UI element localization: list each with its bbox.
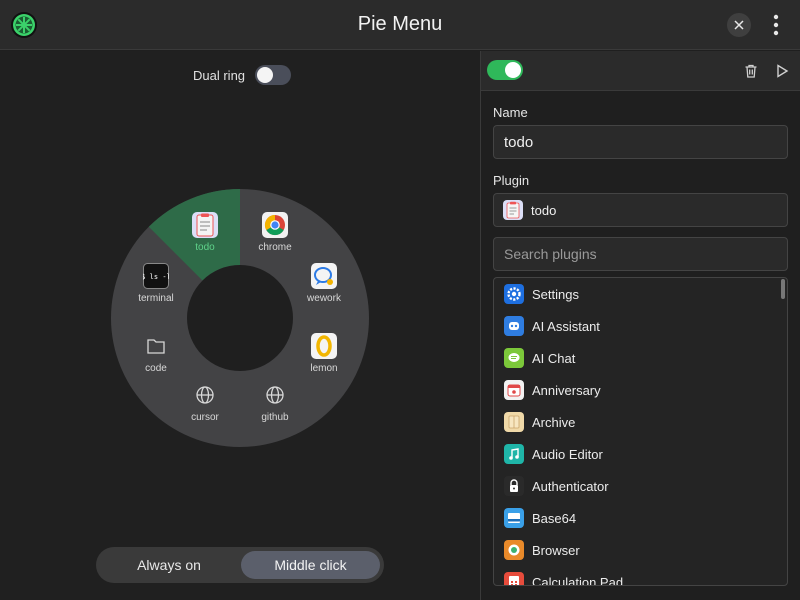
name-label: Name bbox=[493, 105, 528, 120]
terminal-icon: $ ls -l bbox=[121, 261, 191, 291]
pie-item-label: github bbox=[261, 412, 289, 423]
more-options-button[interactable] bbox=[766, 12, 786, 38]
globe-icon bbox=[240, 380, 310, 410]
pie-item-github[interactable]: github bbox=[240, 380, 310, 423]
clipboard-icon bbox=[503, 200, 523, 220]
pie-item-wework[interactable]: wework bbox=[289, 261, 359, 304]
folder-icon bbox=[121, 331, 191, 361]
item-editor-pane: Name Plugin todo Settings AI Assistant bbox=[481, 51, 800, 600]
name-input[interactable] bbox=[493, 125, 788, 159]
clipboard-icon bbox=[170, 210, 240, 240]
globe-icon bbox=[170, 380, 240, 410]
plugin-item-label: Authenticator bbox=[532, 478, 609, 494]
plugin-item-base64[interactable]: Base64 bbox=[494, 502, 787, 534]
plugin-item-settings[interactable]: Settings bbox=[494, 278, 787, 310]
plugin-item-label: Anniversary bbox=[532, 382, 601, 398]
gear-icon bbox=[504, 284, 524, 304]
play-icon[interactable] bbox=[774, 63, 790, 79]
plugin-item-label: Settings bbox=[532, 286, 579, 302]
item-enabled-toggle[interactable] bbox=[487, 60, 523, 80]
pie-item-todo[interactable]: todo bbox=[170, 210, 240, 253]
robot-icon bbox=[504, 316, 524, 336]
browser-icon bbox=[504, 540, 524, 560]
plugin-item-ai-chat[interactable]: AI Chat bbox=[494, 342, 787, 374]
plugin-list: Settings AI Assistant AI Chat Anniversar… bbox=[493, 277, 788, 586]
pie-menu: todo chrome wework lemon github cursor c… bbox=[110, 188, 370, 448]
svg-text:$ ls -l: $ ls -l bbox=[143, 273, 169, 281]
more-vertical-icon bbox=[773, 14, 779, 36]
dual-ring-setting: Dual ring bbox=[193, 65, 292, 85]
lock-icon bbox=[504, 476, 524, 496]
pie-item-chrome[interactable]: chrome bbox=[240, 210, 310, 253]
pie-item-cursor[interactable]: cursor bbox=[170, 380, 240, 423]
search-plugins-input[interactable] bbox=[493, 237, 788, 271]
close-button[interactable] bbox=[727, 13, 751, 37]
plugin-item-browser[interactable]: Browser bbox=[494, 534, 787, 566]
plugin-item-archive[interactable]: Archive bbox=[494, 406, 787, 438]
calculator-icon bbox=[504, 572, 524, 585]
pie-item-label: todo bbox=[195, 242, 215, 253]
selected-plugin-name: todo bbox=[531, 202, 557, 218]
plugin-item-label: AI Chat bbox=[532, 350, 576, 366]
plugin-item-label: Calculation Pad bbox=[532, 574, 624, 586]
plugin-item-label: Base64 bbox=[532, 510, 577, 526]
dual-ring-toggle[interactable] bbox=[255, 65, 292, 85]
dual-ring-label: Dual ring bbox=[193, 67, 246, 83]
pie-item-terminal[interactable]: $ ls -l terminal bbox=[121, 261, 191, 304]
archive-icon bbox=[504, 412, 524, 432]
delete-icon[interactable] bbox=[743, 63, 759, 79]
pie-preview-pane: Dual ring todo chrome wework lemon githu… bbox=[0, 51, 480, 600]
pie-item-label: wework bbox=[307, 293, 341, 304]
pie-item-code[interactable]: code bbox=[121, 331, 191, 374]
close-icon bbox=[734, 20, 744, 30]
editor-toolbar bbox=[481, 51, 800, 91]
pie-item-label: code bbox=[145, 363, 167, 374]
chat-icon bbox=[504, 348, 524, 368]
plugin-item-audio-editor[interactable]: Audio Editor bbox=[494, 438, 787, 470]
plugin-list-scrollbar[interactable] bbox=[781, 279, 785, 299]
chat-bubble-icon bbox=[289, 261, 359, 291]
music-icon bbox=[504, 444, 524, 464]
plugin-label: Plugin bbox=[493, 173, 530, 188]
pie-item-lemon[interactable]: lemon bbox=[289, 331, 359, 374]
pie-item-label: lemon bbox=[310, 363, 338, 374]
window-title: Pie Menu bbox=[357, 13, 443, 35]
pie-item-label: chrome bbox=[258, 242, 292, 253]
pie-item-label: cursor bbox=[191, 412, 219, 423]
chrome-icon bbox=[240, 210, 310, 240]
activation-mode-selector: Always on Middle click bbox=[96, 547, 384, 583]
plugin-item-label: Browser bbox=[532, 542, 580, 558]
plugin-item-calculation-pad[interactable]: Calculation Pad bbox=[494, 566, 787, 586]
mode-middle-click-button[interactable]: Middle click bbox=[241, 551, 380, 579]
plugin-item-anniversary[interactable]: Anniversary bbox=[494, 374, 787, 406]
plugin-item-label: Archive bbox=[532, 414, 576, 430]
plugin-item-authenticator[interactable]: Authenticator bbox=[494, 470, 787, 502]
title-bar: Pie Menu bbox=[0, 0, 800, 50]
calendar-icon bbox=[504, 380, 524, 400]
selected-plugin-field[interactable]: todo bbox=[493, 193, 788, 227]
pie-item-label: terminal bbox=[138, 293, 174, 304]
mode-always-on-button[interactable]: Always on bbox=[100, 551, 238, 579]
plugin-item-label: Audio Editor bbox=[532, 446, 603, 462]
plugin-item-label: AI Assistant bbox=[532, 318, 600, 334]
base64-icon bbox=[504, 508, 524, 528]
lemon-icon bbox=[289, 331, 359, 361]
plugin-item-ai-assistant[interactable]: AI Assistant bbox=[494, 310, 787, 342]
